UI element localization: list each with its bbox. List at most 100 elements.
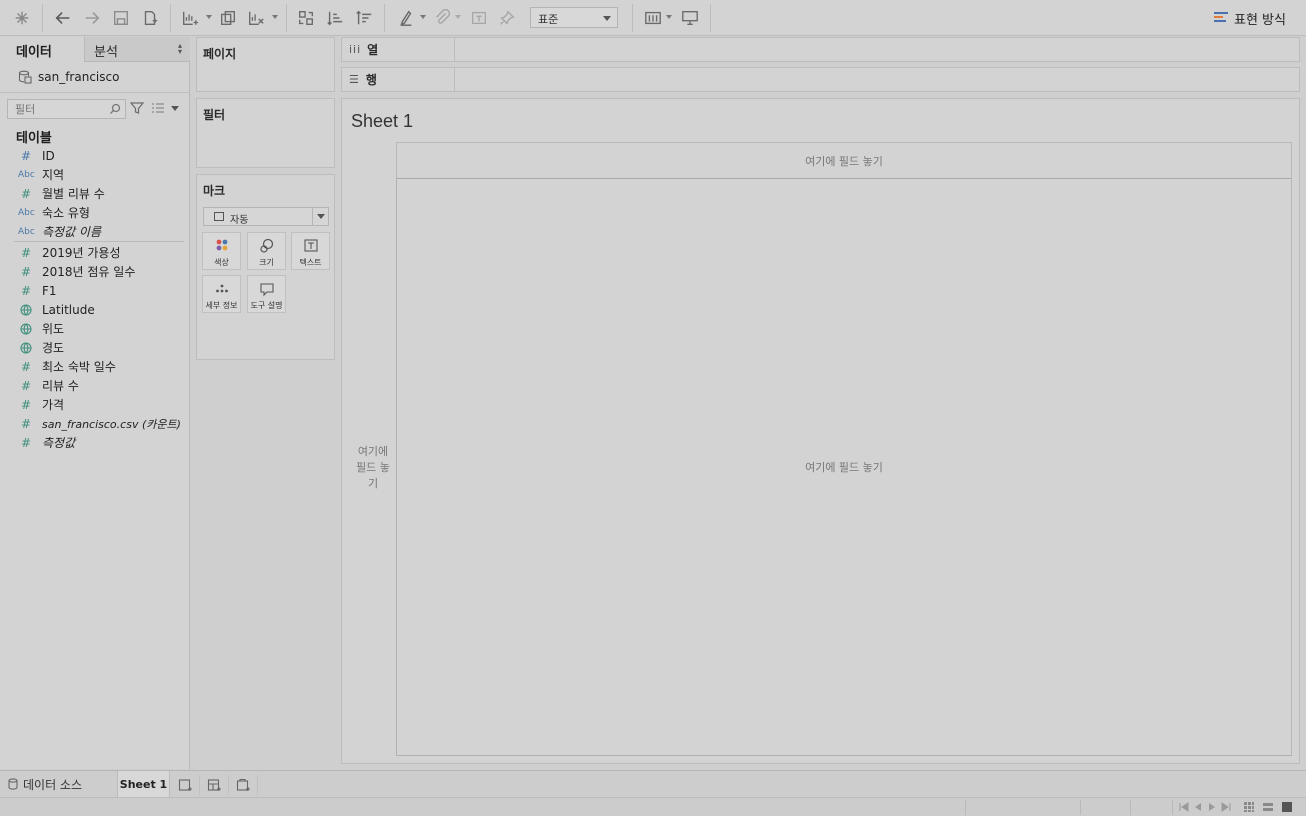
tab-analysis[interactable]: 분석 ▴ ▾	[84, 37, 190, 62]
chevron-down-icon[interactable]	[171, 106, 179, 111]
measure-hash-icon: #	[21, 397, 32, 412]
field-name: san_francisco.csv (카운트)	[42, 417, 181, 431]
tableau-logo-icon[interactable]	[12, 8, 32, 28]
presentation-mode-icon[interactable]	[680, 8, 700, 28]
field-item[interactable]: # 가격	[0, 395, 190, 414]
show-mark-labels-icon[interactable]	[469, 8, 489, 28]
save-icon[interactable]	[111, 8, 131, 28]
first-page-icon[interactable]	[1178, 801, 1190, 813]
show-cards-icon[interactable]	[643, 8, 663, 28]
tooltip-button[interactable]: 도구 설명	[247, 275, 286, 313]
datasource-item[interactable]: san_francisco	[18, 68, 119, 86]
sort-descending-icon[interactable]	[354, 8, 374, 28]
swap-rows-columns-icon[interactable]	[296, 8, 316, 28]
duplicate-sheet-icon[interactable]	[218, 8, 238, 28]
database-icon	[8, 778, 18, 790]
tab-datasource[interactable]: 데이터 소스	[0, 771, 118, 797]
string-abc-icon: Abc	[18, 169, 35, 180]
chevron-down-icon[interactable]	[272, 14, 278, 20]
rows-shelf[interactable]: ☰ 행	[341, 67, 1300, 92]
text-button[interactable]: 텍스트	[291, 232, 330, 270]
sheet-title[interactable]: Sheet 1	[351, 111, 413, 132]
columns-shelf[interactable]: iii 열	[341, 37, 1300, 62]
field-item[interactable]: 경도	[0, 338, 190, 357]
chevron-down-icon[interactable]	[420, 14, 426, 20]
clear-sheet-icon[interactable]	[246, 8, 266, 28]
text-label-icon	[303, 239, 318, 252]
field-item[interactable]: # F1	[0, 281, 190, 300]
tabs-view-icon[interactable]	[1262, 801, 1274, 813]
field-item[interactable]: Latitlude	[0, 300, 190, 319]
undo-icon[interactable]	[53, 8, 73, 28]
toolbar-divider	[170, 4, 171, 32]
view-list-icon[interactable]	[151, 101, 165, 115]
field-name: 가격	[42, 398, 65, 412]
tab-datasource-label: 데이터 소스	[23, 777, 83, 792]
tooltip-bubble-icon	[259, 283, 274, 297]
search-icon[interactable]	[109, 103, 121, 115]
size-button[interactable]: 크기	[247, 232, 286, 270]
field-item[interactable]: Abc 측정값 이름	[0, 222, 190, 241]
previous-page-icon[interactable]	[1192, 801, 1204, 813]
fit-select[interactable]: 표준	[530, 7, 618, 28]
field-item[interactable]: Abc 지역	[0, 165, 190, 184]
field-item[interactable]: # 2019년 가용성	[0, 243, 190, 262]
field-name: 지역	[42, 168, 65, 182]
tab-analysis-label: 분석	[94, 45, 118, 60]
highlight-icon[interactable]	[396, 8, 416, 28]
field-item[interactable]: # 측정값	[0, 433, 190, 452]
chevron-down-icon[interactable]	[206, 14, 212, 20]
field-item[interactable]: # 최소 숙박 일수	[0, 357, 190, 376]
next-page-icon[interactable]	[1206, 801, 1218, 813]
toolbar-divider	[42, 4, 43, 32]
measure-hash-icon: #	[21, 245, 32, 260]
new-story-tab-icon[interactable]	[230, 775, 258, 795]
field-item[interactable]: # san_francisco.csv (카운트)	[0, 414, 190, 433]
field-name: 최소 숙박 일수	[42, 360, 116, 374]
field-item[interactable]: # 리뷰 수	[0, 376, 190, 395]
filters-card-title: 필터	[203, 108, 226, 122]
mark-type-select[interactable]: 자동	[203, 207, 329, 226]
field-item[interactable]: # 2018년 점유 일수	[0, 262, 190, 281]
divider	[965, 800, 966, 815]
field-item[interactable]: # 월별 리뷰 수	[0, 184, 190, 203]
filters-card[interactable]: 필터	[196, 98, 335, 168]
sheet-view-icon[interactable]	[1281, 801, 1293, 813]
measure-hash-icon: #	[21, 186, 32, 201]
new-datasource-icon[interactable]	[140, 8, 160, 28]
rows-drop-zone[interactable]: 여기에 필드 놓기	[350, 179, 396, 756]
detail-button[interactable]: 세부 정보	[202, 275, 241, 313]
tab-sheet-1[interactable]: Sheet 1	[118, 771, 170, 797]
main-drop-zone[interactable]: 여기에 필드 놓기	[396, 179, 1292, 756]
field-name: ID	[42, 148, 55, 163]
rows-label: 행	[365, 73, 377, 87]
filter-funnel-icon[interactable]	[130, 101, 144, 115]
group-paperclip-icon[interactable]	[432, 8, 452, 28]
columns-drop-zone[interactable]: 여기에 필드 놓기	[396, 142, 1292, 179]
measure-hash-icon: #	[21, 148, 32, 163]
pin-icon[interactable]	[497, 8, 517, 28]
tab-data[interactable]: 데이터	[0, 37, 84, 62]
pages-card[interactable]: 페이지	[196, 37, 335, 92]
field-item[interactable]: 위도	[0, 319, 190, 338]
show-me-button[interactable]: 표현 방식	[1214, 8, 1286, 28]
redo-icon[interactable]	[82, 8, 102, 28]
new-worksheet-icon[interactable]	[180, 8, 200, 28]
color-button[interactable]: 색상	[202, 232, 241, 270]
field-item[interactable]: # ID	[0, 146, 190, 165]
last-page-icon[interactable]	[1220, 801, 1232, 813]
status-bar	[0, 797, 1306, 816]
sheet-tab-bar: 데이터 소스 Sheet 1	[0, 770, 1306, 797]
minimize-arrows-icon[interactable]: ▴ ▾	[178, 42, 182, 56]
new-dashboard-tab-icon[interactable]	[201, 775, 229, 795]
color-button-label: 색상	[214, 258, 229, 267]
filmstrip-view-icon[interactable]	[1243, 801, 1255, 813]
field-item[interactable]: Abc 숙소 유형	[0, 203, 190, 222]
chevron-down-icon[interactable]	[666, 14, 672, 20]
chevron-down-icon[interactable]	[455, 14, 461, 20]
new-worksheet-tab-icon[interactable]	[172, 775, 200, 795]
divider	[0, 92, 190, 93]
sort-ascending-icon[interactable]	[325, 8, 345, 28]
field-name: 숙소 유형	[42, 206, 90, 220]
fit-select-value: 표준	[538, 13, 559, 26]
